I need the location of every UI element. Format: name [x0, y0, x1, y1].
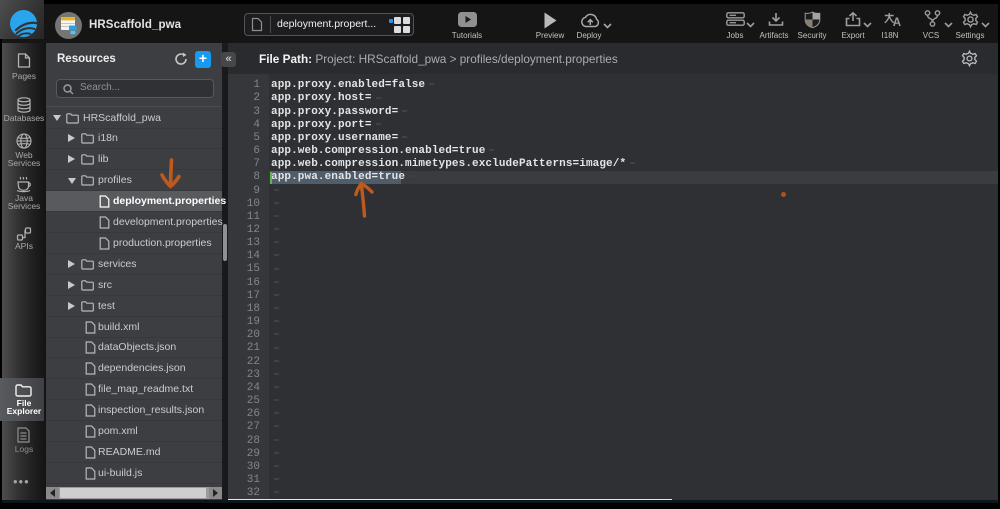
svg-text:A: A — [893, 17, 901, 29]
